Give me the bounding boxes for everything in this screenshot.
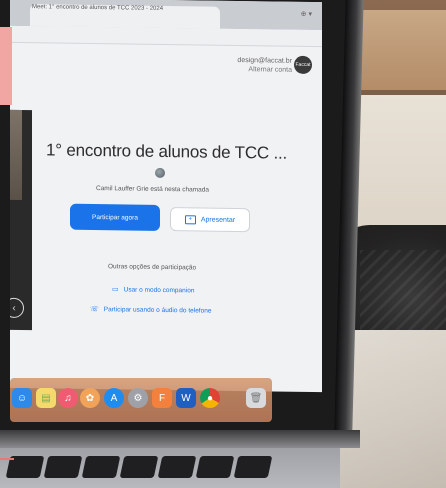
files-icon[interactable]: F xyxy=(152,388,172,408)
companion-icon: ▭ xyxy=(112,286,119,294)
other-options-label: Outras opções de participação xyxy=(108,263,197,272)
account-email: design@faccat.br xyxy=(237,56,292,65)
account-avatar[interactable]: Faccat xyxy=(294,55,312,75)
join-now-button[interactable]: Participar agora xyxy=(70,203,160,231)
phone-icon: ☏ xyxy=(90,305,99,314)
trash-icon[interactable]: 🗑 xyxy=(246,388,266,408)
tab-controls-icon[interactable]: ⊕ ▾ xyxy=(301,10,312,18)
photo-scene: Meet: 1° encontro de alunos de TCC 2023 … xyxy=(0,0,446,488)
switch-account-link[interactable]: Alternar conta xyxy=(237,66,292,74)
account-info: design@faccat.br Alternar conta xyxy=(237,57,292,74)
key-row xyxy=(5,456,273,478)
key[interactable] xyxy=(119,456,159,478)
decorative-frame-accent xyxy=(0,27,12,105)
word-icon[interactable]: W xyxy=(176,388,196,408)
phone-audio-link[interactable]: ☏ Participar usando o áudio do telefone xyxy=(90,305,211,315)
key[interactable] xyxy=(157,456,197,478)
participant-avatar xyxy=(155,167,165,178)
music-icon[interactable]: ♫ xyxy=(58,388,78,408)
meeting-title: 1° encontro de alunos de TCC ... xyxy=(46,140,288,163)
decorative-frame-line xyxy=(0,458,14,460)
notes-icon[interactable]: ▤ xyxy=(36,388,56,408)
in-call-status: Camil Lauffer Grie está nesta chamada xyxy=(96,185,209,194)
appstore-icon[interactable]: A xyxy=(104,388,124,408)
finder-icon[interactable]: ☺ xyxy=(12,388,32,408)
address-bar[interactable] xyxy=(10,25,322,48)
camera-preview-image xyxy=(10,109,22,200)
laptop-hinge xyxy=(0,430,360,448)
laptop-screen: Meet: 1° encontro de alunos de TCC 2023 … xyxy=(10,0,322,393)
key[interactable] xyxy=(81,456,121,478)
photos-icon[interactable]: ✿ xyxy=(80,388,100,408)
chrome-icon[interactable]: ● xyxy=(200,388,220,408)
key[interactable] xyxy=(195,456,235,478)
wood-panel xyxy=(352,10,446,90)
present-icon: + xyxy=(184,214,196,224)
present-button[interactable]: + Apresentar xyxy=(170,207,250,233)
key[interactable] xyxy=(43,456,83,478)
settings-icon[interactable]: ⚙ xyxy=(128,388,148,408)
companion-mode-link[interactable]: ▭ Usar o modo companion xyxy=(112,285,194,294)
chair-texture xyxy=(360,250,446,330)
key[interactable] xyxy=(233,456,273,478)
present-label: Apresentar xyxy=(200,215,236,224)
